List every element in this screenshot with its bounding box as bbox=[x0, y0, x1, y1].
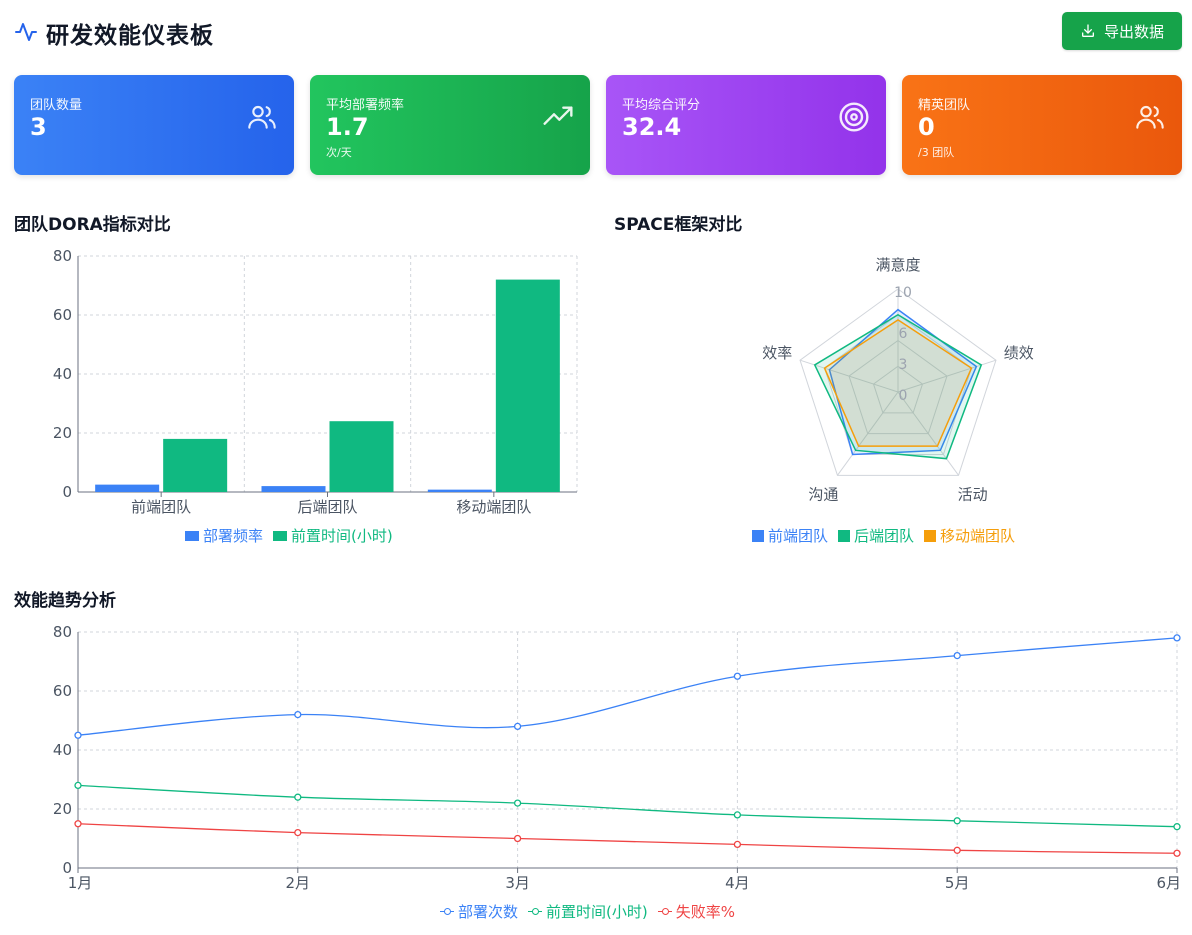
legend-label: 后端团队 bbox=[854, 527, 915, 545]
legend-item[interactable]: 后端团队 bbox=[838, 525, 914, 546]
y-tick-label: 20 bbox=[53, 424, 72, 442]
radar-chart-legend: 前端团队 后端团队 移动端团队 bbox=[752, 525, 1015, 546]
data-point bbox=[1173, 823, 1181, 831]
data-point bbox=[733, 672, 742, 680]
legend-label: 部署频率 bbox=[203, 527, 264, 545]
data-point bbox=[953, 846, 961, 854]
data-point bbox=[513, 834, 522, 843]
data-point bbox=[294, 710, 302, 719]
data-point bbox=[294, 793, 302, 801]
legend-item[interactable]: 前置时间(小时) bbox=[528, 901, 648, 922]
legend-label: 前置时间(小时) bbox=[291, 527, 393, 545]
line-chart-legend: 部署次数 前置时间(小时) 失败率% bbox=[440, 901, 735, 922]
y-tick-label: 40 bbox=[53, 741, 72, 759]
y-tick-label: 20 bbox=[53, 800, 72, 818]
series-line bbox=[77, 784, 1178, 828]
radar-tick-label: 3 bbox=[899, 357, 908, 373]
legend-item[interactable]: 前端团队 bbox=[752, 525, 828, 546]
radar-axis-label: 绩效 bbox=[1004, 344, 1034, 362]
x-tick-label: 2月 bbox=[286, 874, 311, 892]
legend-item[interactable]: 部署频率 bbox=[185, 525, 263, 546]
data-point bbox=[1173, 849, 1181, 857]
legend-item[interactable]: 前置时间(小时) bbox=[273, 525, 393, 546]
data-point bbox=[513, 799, 522, 807]
data-point bbox=[513, 722, 522, 731]
bar bbox=[427, 489, 492, 492]
radar-axis-label: 活动 bbox=[958, 486, 988, 504]
x-tick-label: 前端团队 bbox=[131, 498, 191, 516]
x-tick-label: 5月 bbox=[945, 874, 970, 892]
radar-tick-label: 10 bbox=[894, 285, 912, 301]
legend-swatch bbox=[752, 529, 764, 542]
bar-chart-legend: 部署频率 前置时间(小时) bbox=[185, 525, 393, 546]
data-point bbox=[733, 840, 742, 849]
legend-item[interactable]: 失败率% bbox=[657, 901, 735, 922]
data-point bbox=[953, 651, 961, 660]
y-tick-label: 80 bbox=[53, 623, 72, 641]
y-tick-label: 40 bbox=[53, 365, 72, 383]
x-tick-label: 1月 bbox=[68, 874, 93, 892]
x-tick-label: 移动端团队 bbox=[456, 498, 531, 516]
legend-label: 移动端团队 bbox=[940, 527, 1016, 545]
data-point bbox=[294, 828, 302, 837]
bar bbox=[329, 421, 394, 492]
legend-swatch bbox=[838, 529, 851, 542]
legend-swatch bbox=[273, 530, 288, 541]
legend-swatch bbox=[924, 529, 937, 542]
legend-swatch bbox=[657, 907, 672, 917]
bar bbox=[261, 486, 326, 492]
legend-swatch bbox=[440, 907, 454, 917]
y-tick-label: 80 bbox=[53, 247, 72, 265]
legend-swatch bbox=[185, 530, 199, 541]
series-line bbox=[77, 823, 1178, 854]
x-tick-label: 6月 bbox=[1156, 874, 1181, 892]
data-point bbox=[733, 811, 742, 819]
bar bbox=[163, 438, 228, 492]
charts-canvas: 020406080前端团队 后端团队 移动端团队满意度绩效活动沟通效率0361002… bbox=[53, 247, 1181, 892]
x-tick-label: 后端团队 bbox=[297, 498, 357, 516]
y-tick-label: 60 bbox=[53, 306, 72, 324]
x-tick-label: 3月 bbox=[505, 874, 530, 892]
legend-item[interactable]: 部署次数 bbox=[440, 901, 518, 922]
data-point bbox=[74, 781, 82, 790]
legend-label: 前端团队 bbox=[768, 527, 829, 545]
data-point bbox=[1173, 634, 1181, 642]
radar-axis-label: 沟通 bbox=[808, 486, 838, 504]
legend-label: 前置时间(小时) bbox=[546, 903, 648, 921]
y-tick-label: 60 bbox=[53, 682, 72, 700]
data-point bbox=[74, 820, 82, 828]
bar bbox=[95, 484, 160, 492]
legend-label: 失败率% bbox=[675, 903, 735, 921]
y-tick-label: 0 bbox=[62, 483, 72, 501]
radar-axis-label: 效率 bbox=[762, 344, 792, 362]
radar-axis-label: 满意度 bbox=[875, 256, 920, 274]
series-line bbox=[77, 637, 1178, 736]
legend-label: 部署次数 bbox=[458, 903, 519, 921]
legend-swatch bbox=[528, 907, 543, 917]
radar-tick-label: 6 bbox=[899, 326, 908, 342]
bar bbox=[495, 279, 560, 492]
data-point bbox=[74, 731, 82, 739]
legend-item[interactable]: 移动端团队 bbox=[924, 525, 1015, 546]
x-tick-label: 4月 bbox=[725, 874, 750, 892]
radar-tick-label: 0 bbox=[899, 388, 908, 404]
data-point bbox=[953, 817, 961, 825]
